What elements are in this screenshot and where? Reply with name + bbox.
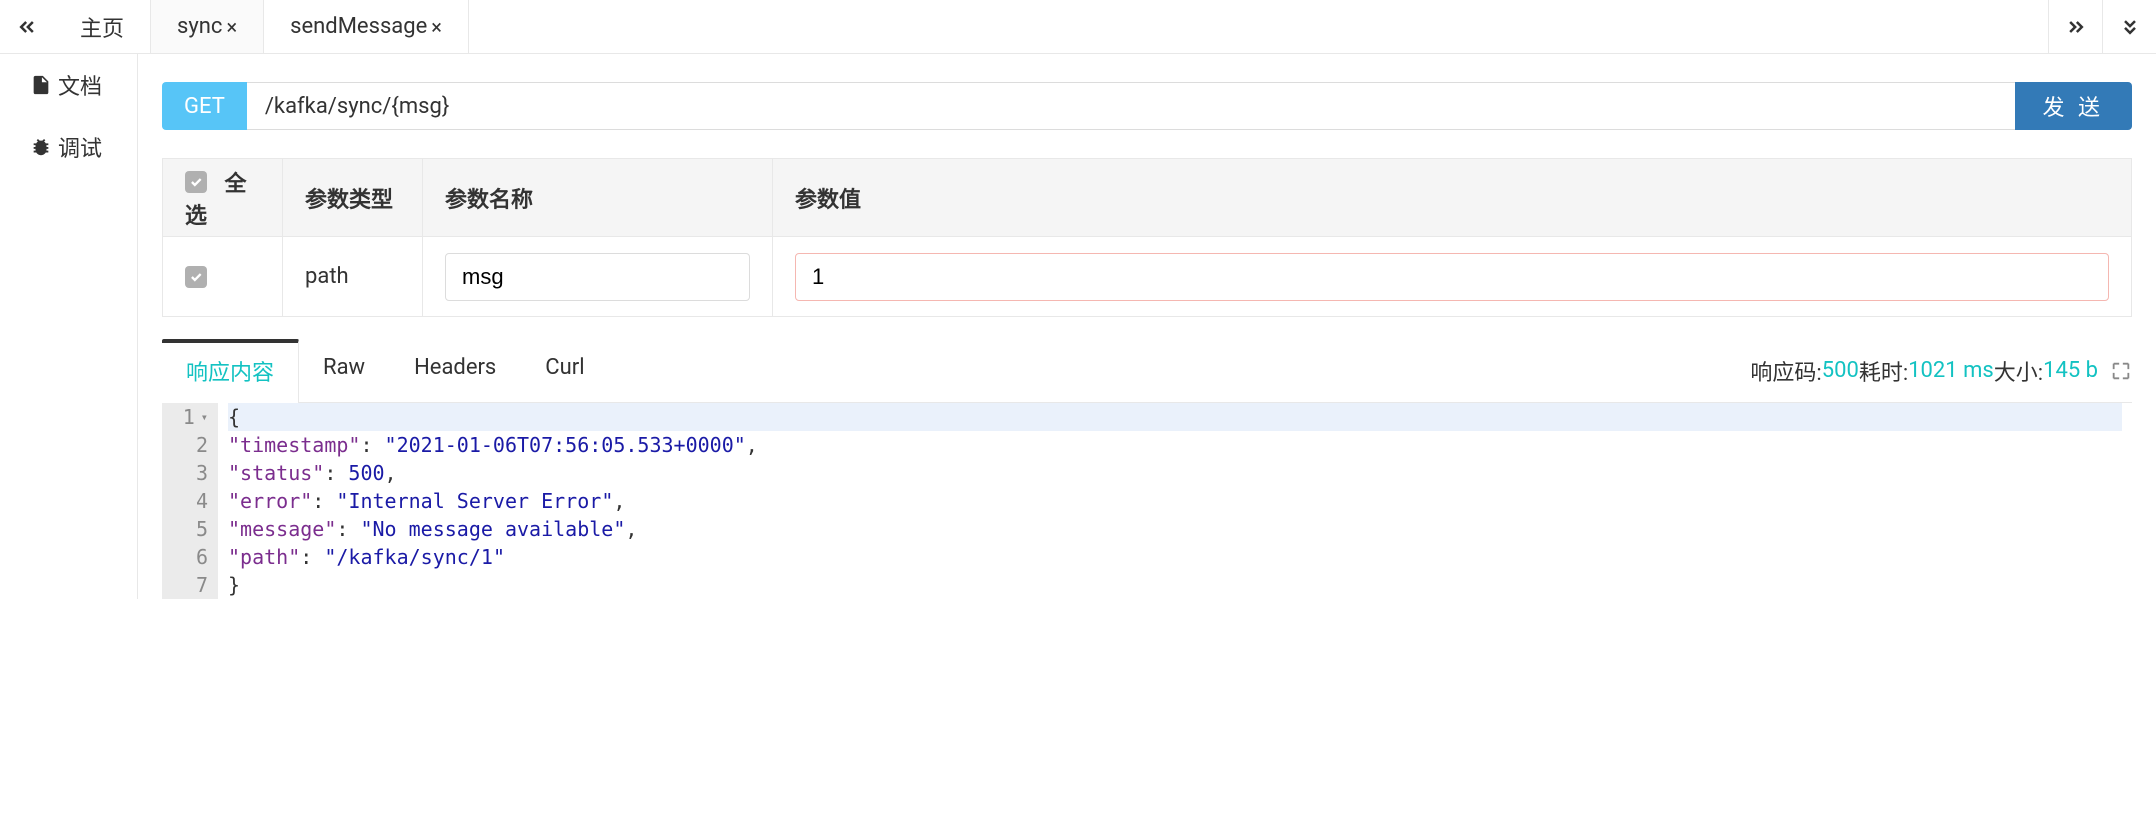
send-button[interactable]: 发 送 xyxy=(2015,82,2132,130)
http-method-badge[interactable]: GET xyxy=(162,82,247,130)
tabs-collapse-icon[interactable] xyxy=(2102,0,2156,53)
response-time-label: 耗时: xyxy=(1859,355,1908,387)
checkbox-select-all-icon[interactable] xyxy=(185,171,207,193)
param-value-input[interactable] xyxy=(795,253,2109,301)
code-line: "error": "Internal Server Error", xyxy=(228,487,2122,515)
response-code-label: 响应码: xyxy=(1750,355,1821,387)
sidebar: 文档 调试 xyxy=(0,54,138,599)
main-panel: GET /kafka/sync/{msg} 发 送 全选 参数类型 参数名称 参… xyxy=(138,54,2156,599)
code-line: { xyxy=(228,403,2122,431)
request-bar: GET /kafka/sync/{msg} 发 送 xyxy=(162,82,2132,130)
code-line: } xyxy=(228,571,2122,599)
params-table: 全选 参数类型 参数名称 参数值 path xyxy=(162,158,2132,317)
code-line: "timestamp": "2021-01-06T07:56:05.533+00… xyxy=(228,431,2122,459)
response-size-label: 大小: xyxy=(1994,355,2043,387)
code-gutter: 1▾ 2 3 4 5 6 7 xyxy=(162,403,218,599)
tabs-scroll-right-icon[interactable] xyxy=(2048,0,2102,53)
tab-sync[interactable]: sync × xyxy=(151,0,264,53)
column-select-all[interactable]: 全选 xyxy=(163,159,283,237)
response-time-value: 1021 ms xyxy=(1908,358,1994,383)
code-line: "status": 500, xyxy=(228,459,2122,487)
sidebar-item-debug[interactable]: 调试 xyxy=(0,116,137,178)
request-url-input[interactable]: /kafka/sync/{msg} xyxy=(247,82,2015,130)
close-icon[interactable]: × xyxy=(226,15,237,39)
column-param-type: 参数类型 xyxy=(283,159,423,237)
response-tabs: 响应内容 Raw Headers Curl xyxy=(162,339,610,402)
response-header: 响应内容 Raw Headers Curl 响应码: 500 耗时: 1021 … xyxy=(162,339,2132,403)
column-param-value: 参数值 xyxy=(773,159,2132,237)
fold-icon[interactable]: ▾ xyxy=(201,409,208,426)
fullscreen-icon[interactable] xyxy=(2110,360,2132,382)
sidebar-item-label: 文档 xyxy=(58,69,102,101)
table-row: path xyxy=(163,237,2132,317)
top-tab-bar: 主页 sync × sendMessage × xyxy=(0,0,2156,54)
tab-home-label: 主页 xyxy=(80,11,124,43)
document-icon xyxy=(30,74,52,96)
code-line: "message": "No message available", xyxy=(228,515,2122,543)
sidebar-item-label: 调试 xyxy=(58,131,102,163)
checkbox-row-icon[interactable] xyxy=(185,266,207,288)
response-tab-curl[interactable]: Curl xyxy=(521,339,609,402)
code-line: "path": "/kafka/sync/1" xyxy=(228,543,2122,571)
close-icon[interactable]: × xyxy=(431,15,442,39)
param-name-input[interactable] xyxy=(445,253,750,301)
tab-label: sync xyxy=(177,14,222,39)
column-param-name: 参数名称 xyxy=(423,159,773,237)
tab-label: sendMessage xyxy=(290,14,427,39)
code-content: { "timestamp": "2021-01-06T07:56:05.533+… xyxy=(218,403,2132,599)
response-tab-headers[interactable]: Headers xyxy=(390,339,521,402)
tab-home[interactable]: 主页 xyxy=(54,0,151,53)
sidebar-item-docs[interactable]: 文档 xyxy=(0,54,137,116)
response-tab-raw[interactable]: Raw xyxy=(299,339,390,402)
response-tab-body[interactable]: 响应内容 xyxy=(162,339,299,403)
param-type-cell: path xyxy=(283,237,423,317)
bug-icon xyxy=(30,136,52,158)
response-code-value: 500 xyxy=(1822,358,1859,383)
response-meta: 响应码: 500 耗时: 1021 ms 大小: 145 b xyxy=(1750,355,2132,387)
response-size-value: 145 b xyxy=(2043,358,2098,383)
response-body-viewer[interactable]: 1▾ 2 3 4 5 6 7 { "timestamp": "2021-01-0… xyxy=(162,403,2132,599)
tabs-scroll-left-icon[interactable] xyxy=(0,17,54,37)
tab-sendmessage[interactable]: sendMessage × xyxy=(264,0,469,53)
